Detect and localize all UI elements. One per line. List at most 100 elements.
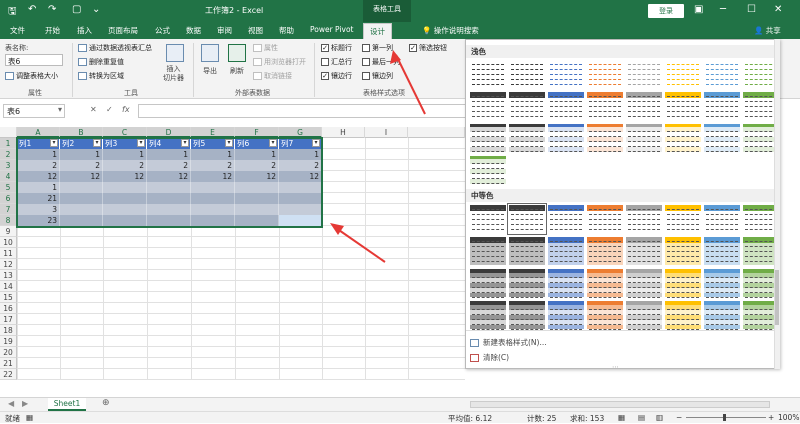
table-style-swatch[interactable] bbox=[665, 237, 701, 265]
table-style-swatch[interactable] bbox=[704, 124, 740, 152]
export-label[interactable]: 导出 bbox=[203, 66, 217, 76]
next-sheet-icon[interactable]: ▶ bbox=[22, 399, 28, 408]
row-header[interactable]: 6 bbox=[0, 193, 17, 204]
table-style-swatch[interactable] bbox=[704, 301, 740, 330]
horizontal-scrollbar[interactable] bbox=[470, 401, 770, 408]
table-style-swatch[interactable] bbox=[626, 237, 662, 265]
table-style-swatch[interactable] bbox=[470, 237, 506, 265]
tab-home[interactable]: 开始 bbox=[45, 25, 60, 36]
clear-menu-item[interactable]: 清除(C) bbox=[470, 352, 509, 363]
pivot-summary-button[interactable]: 通过数据透视表汇总 bbox=[78, 43, 152, 53]
tab-file[interactable]: 文件 bbox=[10, 25, 25, 36]
minimize-icon[interactable]: ─ bbox=[720, 4, 726, 15]
row-header[interactable]: 8 bbox=[0, 215, 17, 226]
table-style-swatch[interactable] bbox=[548, 92, 584, 120]
table-style-swatch[interactable] bbox=[470, 269, 506, 298]
resize-table-button[interactable]: 调整表格大小 bbox=[5, 71, 58, 81]
row-header[interactable]: 21 bbox=[0, 358, 17, 369]
tab-view[interactable]: 视图 bbox=[248, 25, 263, 36]
row-header[interactable]: 3 bbox=[0, 160, 17, 171]
row-header[interactable]: 13 bbox=[0, 270, 17, 281]
tab-review[interactable]: 审阅 bbox=[217, 25, 232, 36]
table-style-swatch[interactable] bbox=[509, 60, 545, 88]
gallery-scroll-thumb[interactable] bbox=[775, 270, 779, 325]
ribbon-display-icon[interactable]: ▣ bbox=[694, 4, 703, 15]
table-style-swatch[interactable] bbox=[704, 60, 740, 88]
table-style-swatch[interactable] bbox=[509, 237, 545, 265]
share-button[interactable]: 👤 共享 bbox=[754, 25, 781, 36]
refresh-icon[interactable] bbox=[228, 44, 246, 62]
undo-icon[interactable]: ↶ bbox=[28, 4, 36, 15]
zoom-out-icon[interactable]: − bbox=[676, 413, 682, 422]
table-style-swatch[interactable] bbox=[548, 237, 584, 265]
table-style-swatch[interactable] bbox=[665, 92, 701, 120]
row-header[interactable]: 17 bbox=[0, 314, 17, 325]
table-style-swatch[interactable] bbox=[548, 60, 584, 88]
save-icon[interactable]: 🖫 bbox=[8, 4, 17, 21]
table-style-swatch[interactable] bbox=[665, 124, 701, 152]
accessibility-icon[interactable]: ▦ bbox=[26, 413, 33, 422]
customize-qa-icon[interactable]: ⌄ bbox=[92, 4, 100, 15]
page-break-view-icon[interactable]: ▥ bbox=[656, 413, 663, 422]
tab-insert[interactable]: 插入 bbox=[77, 25, 92, 36]
row-header[interactable]: 14 bbox=[0, 281, 17, 292]
remove-duplicates-button[interactable]: 删除重复值 bbox=[78, 57, 124, 67]
resize-grip-icon[interactable]: ⋯ bbox=[612, 363, 619, 368]
insert-slicer-label[interactable]: 插入 切片器 bbox=[163, 65, 184, 83]
zoom-in-icon[interactable]: + bbox=[768, 413, 774, 422]
table-style-swatch[interactable] bbox=[548, 301, 584, 330]
close-icon[interactable]: ✕ bbox=[774, 4, 782, 15]
table-style-swatch[interactable] bbox=[626, 92, 662, 120]
table-style-swatch[interactable] bbox=[587, 237, 623, 265]
table-style-swatch[interactable] bbox=[626, 205, 662, 233]
table-style-swatch[interactable] bbox=[587, 60, 623, 88]
slicer-icon[interactable] bbox=[166, 44, 184, 62]
row-header[interactable]: 16 bbox=[0, 303, 17, 314]
table-style-swatch[interactable] bbox=[470, 124, 506, 152]
page-layout-view-icon[interactable]: ▤ bbox=[638, 413, 645, 422]
zoom-slider-thumb[interactable] bbox=[723, 414, 726, 421]
zoom-slider[interactable] bbox=[686, 417, 766, 418]
row-header[interactable]: 5 bbox=[0, 182, 17, 193]
table-style-swatch[interactable] bbox=[470, 301, 506, 330]
row-header[interactable]: 18 bbox=[0, 325, 17, 336]
table-style-swatch[interactable] bbox=[470, 205, 506, 233]
table-style-swatch[interactable] bbox=[704, 205, 740, 233]
table-style-swatch[interactable] bbox=[626, 124, 662, 152]
enter-icon[interactable]: ✓ bbox=[106, 105, 113, 114]
tab-formulas[interactable]: 公式 bbox=[155, 25, 170, 36]
row-header[interactable]: 2 bbox=[0, 149, 17, 160]
refresh-label[interactable]: 刷新 bbox=[230, 66, 244, 76]
new-table-style-menu-item[interactable]: 新建表格样式(N)... bbox=[470, 337, 547, 348]
row-header[interactable]: 1 bbox=[0, 138, 17, 149]
row-header[interactable]: 19 bbox=[0, 336, 17, 347]
table-name-input[interactable]: 表6 bbox=[5, 54, 63, 66]
table-style-swatch[interactable] bbox=[548, 269, 584, 298]
add-sheet-icon[interactable]: ⊕ bbox=[102, 398, 110, 408]
row-header[interactable]: 10 bbox=[0, 237, 17, 248]
table-style-swatch[interactable] bbox=[548, 205, 584, 233]
row-header[interactable]: 7 bbox=[0, 204, 17, 215]
zoom-level[interactable]: 100% bbox=[778, 413, 799, 422]
convert-to-range-button[interactable]: 转换为区域 bbox=[78, 71, 124, 81]
row-header[interactable]: 11 bbox=[0, 248, 17, 259]
table-style-swatch[interactable] bbox=[587, 301, 623, 330]
tab-help[interactable]: 帮助 bbox=[279, 25, 294, 36]
login-button[interactable]: 登录 bbox=[648, 4, 684, 18]
table-style-swatch[interactable] bbox=[509, 301, 545, 330]
row-header[interactable]: 20 bbox=[0, 347, 17, 358]
export-icon[interactable] bbox=[201, 44, 219, 62]
row-header[interactable]: 9 bbox=[0, 226, 17, 237]
name-box[interactable]: 表6 bbox=[3, 104, 65, 118]
tell-me-search[interactable]: 💡 操作说明搜索 bbox=[422, 25, 479, 36]
row-header[interactable]: 4 bbox=[0, 171, 17, 182]
table-style-swatch[interactable] bbox=[704, 269, 740, 298]
table-style-swatch[interactable] bbox=[509, 92, 545, 120]
touch-mode-icon[interactable]: ▢ bbox=[72, 4, 81, 15]
tab-page-layout[interactable]: 页面布局 bbox=[108, 25, 138, 36]
table-style-swatch[interactable] bbox=[665, 269, 701, 298]
table-style-swatch[interactable] bbox=[548, 124, 584, 152]
fx-icon[interactable]: fx bbox=[122, 105, 130, 114]
table-style-swatch[interactable] bbox=[704, 237, 740, 265]
table-style-swatch[interactable] bbox=[509, 124, 545, 152]
